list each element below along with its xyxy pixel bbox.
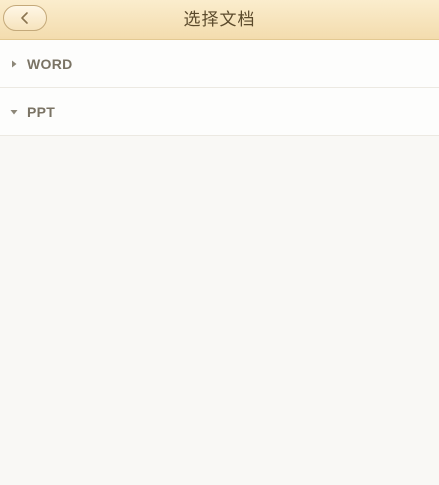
top-navigation-bar: 选择文档	[0, 0, 439, 40]
back-button[interactable]	[3, 5, 47, 31]
caret-down-icon	[9, 109, 19, 115]
chevron-left-icon	[19, 11, 31, 25]
group-label: WORD	[27, 55, 73, 72]
page-title: 选择文档	[183, 10, 256, 30]
document-group-list: WORD PPT	[0, 40, 439, 136]
caret-right-icon	[9, 60, 19, 68]
empty-content-area	[0, 136, 439, 485]
group-row-word[interactable]: WORD	[0, 40, 439, 88]
group-label: PPT	[27, 103, 56, 120]
group-row-ppt[interactable]: PPT	[0, 88, 439, 136]
